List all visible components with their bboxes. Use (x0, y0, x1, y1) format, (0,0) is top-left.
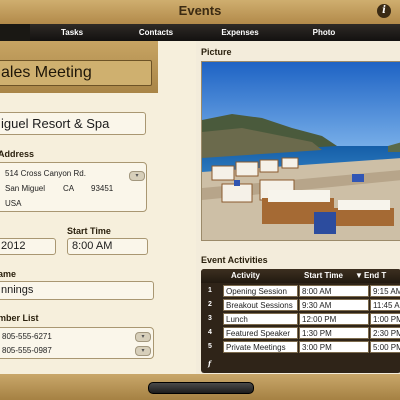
address-state: CA (63, 184, 75, 193)
tab-event[interactable] (0, 24, 30, 41)
event-name-field[interactable]: ales Meeting (0, 60, 152, 86)
col-start-time[interactable]: Start Time (304, 271, 343, 280)
sort-arrow-icon[interactable]: ▼ (355, 271, 363, 280)
table-row[interactable]: 4 Featured Speaker 1:30 PM 2:30 PM (201, 326, 400, 341)
resort-photo-image (202, 62, 400, 240)
contact-name-field[interactable]: nnings (0, 281, 154, 300)
location-field[interactable]: iguel Resort & Spa (0, 112, 146, 135)
activity-cell[interactable]: Featured Speaker (223, 327, 298, 339)
address-zip: 93451 (91, 184, 114, 193)
scroll-handle[interactable] (148, 382, 254, 394)
tab-photo[interactable]: Photo (282, 24, 366, 41)
activity-cell[interactable]: Opening Session (223, 285, 298, 297)
picture-label: Picture (201, 47, 232, 57)
row-number: 5 (208, 343, 212, 350)
address-country: USA (5, 199, 22, 208)
row-number: 4 (208, 329, 212, 336)
start-time-cell[interactable]: 9:30 AM (299, 299, 369, 311)
main-content: ales Meeting iguel Resort & Spa Address … (0, 41, 400, 374)
table-row[interactable]: 3 Lunch 12:00 PM 1:00 PM (201, 312, 400, 327)
activity-cell[interactable]: Private Meetings (223, 341, 298, 353)
bottom-bar (0, 374, 400, 400)
tab-bar: Tasks Contacts Expenses Photo (0, 24, 400, 41)
start-time-cell[interactable]: 12:00 PM (299, 313, 369, 325)
tab-tasks[interactable]: Tasks (30, 24, 114, 41)
tab-contacts[interactable]: Contacts (114, 24, 198, 41)
activity-cell[interactable]: Breakout Sessions (223, 299, 298, 311)
activities-table: Activity Start Time ▼ End T 1 Opening Se… (201, 269, 400, 373)
start-time-label: Start Time (67, 226, 111, 236)
event-activities-label: Event Activities (201, 255, 268, 265)
address-stepper-icon[interactable]: ▾ (129, 171, 145, 181)
address-line1: 514 Cross Canyon Rd. (5, 169, 86, 178)
phone-2: 805-555-0987 (2, 346, 52, 355)
col-end-time[interactable]: End T (364, 271, 386, 280)
end-time-cell[interactable]: 2:30 PM (370, 327, 400, 339)
end-time-cell[interactable]: 11:45 A (370, 299, 400, 311)
table-footer: f (201, 356, 400, 371)
end-time-cell[interactable]: 5:00 PM (370, 341, 400, 353)
table-row[interactable]: 2 Breakout Sessions 9:30 AM 11:45 A (201, 298, 400, 313)
name-label: ame (0, 269, 17, 279)
tab-expenses[interactable]: Expenses (198, 24, 282, 41)
function-icon[interactable]: f (208, 359, 218, 368)
address-label: Address (0, 149, 35, 159)
phone-1-stepper-icon[interactable]: ▾ (135, 332, 151, 342)
phone-1: 805-555-6271 (2, 332, 52, 341)
date-field[interactable]: 2012 (0, 238, 56, 255)
end-time-cell[interactable]: 9:15 AM (370, 285, 400, 297)
table-row[interactable]: 1 Opening Session 8:00 AM 9:15 AM (201, 284, 400, 299)
table-row[interactable]: 5 Private Meetings 3:00 PM 5:00 PM (201, 340, 400, 355)
row-number: 2 (208, 301, 212, 308)
phone-2-stepper-icon[interactable]: ▾ (135, 346, 151, 356)
app-title: Events (178, 3, 222, 18)
media-pane: Picture Event Activities Activity Start … (197, 41, 400, 374)
event-photo[interactable] (201, 61, 400, 241)
start-time-cell[interactable]: 8:00 AM (299, 285, 369, 297)
table-header: Activity Start Time ▼ End T (201, 269, 400, 283)
title-bar: Events i (0, 0, 400, 25)
end-time-cell[interactable]: 1:00 PM (370, 313, 400, 325)
start-time-cell[interactable]: 3:00 PM (299, 341, 369, 353)
row-number: 1 (208, 287, 212, 294)
address-city: San Miguel (5, 184, 46, 193)
info-icon[interactable]: i (377, 4, 391, 18)
col-activity[interactable]: Activity (231, 271, 260, 280)
activity-cell[interactable]: Lunch (223, 313, 298, 325)
row-number: 3 (208, 315, 212, 322)
start-time-field[interactable]: 8:00 AM (67, 238, 148, 255)
phone-list-label: mber List (0, 313, 39, 323)
phone-list-box[interactable]: 805-555-6271 805-555-0987 ▾ ▾ (0, 327, 154, 359)
address-box[interactable]: 514 Cross Canyon Rd. San Miguel CA 93451… (0, 162, 147, 212)
event-details-pane: ales Meeting iguel Resort & Spa Address … (0, 41, 196, 374)
start-time-cell[interactable]: 1:30 PM (299, 327, 369, 339)
